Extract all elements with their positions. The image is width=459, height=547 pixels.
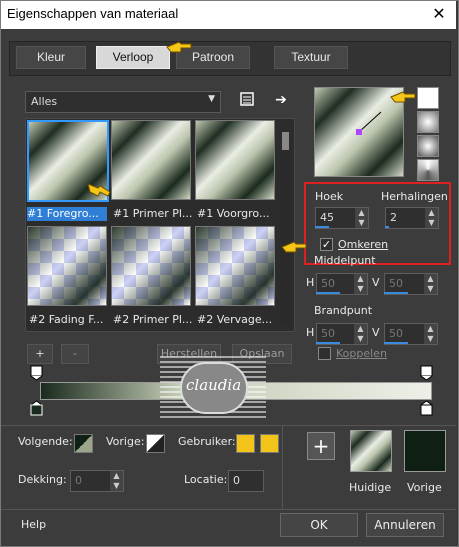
gallery-item-primer-gradient[interactable] [111, 120, 191, 200]
center-h-value: 50 [321, 277, 335, 290]
color-stop-left[interactable] [30, 400, 44, 416]
repeats-value: 2 [390, 211, 397, 224]
pointing-hand-icon [166, 41, 192, 53]
spinner-arrows-icon[interactable]: ▲ ▼ [354, 274, 367, 294]
link-checkbox[interactable] [318, 347, 331, 360]
user-label: Gebruiker: [178, 435, 236, 448]
location-value: 0 [233, 474, 240, 487]
color-stop-right[interactable] [420, 400, 434, 416]
link-label[interactable]: Koppelen [336, 347, 387, 360]
user-color-swatch-1[interactable] [236, 434, 255, 453]
window-title: Eigenschappen van materiaal [7, 6, 179, 21]
divider [1, 425, 456, 426]
linear-style-icon[interactable] [417, 87, 439, 109]
current-material-swatch[interactable] [350, 430, 392, 472]
center-v-label: V [372, 276, 380, 289]
gallery-item-vervagen-fading[interactable] [195, 226, 275, 306]
spinner-arrows-icon[interactable]: ▲ ▼ [355, 208, 368, 228]
previous-material-swatch[interactable] [404, 430, 446, 472]
opacity-label: Dekking: [18, 473, 67, 486]
gallery-item-label: #2 Vervage... [197, 313, 273, 326]
gallery-item-label: #1 Foregro... [27, 207, 107, 221]
user-color-swatch-2[interactable] [260, 434, 279, 453]
repeats-slider[interactable] [385, 226, 389, 228]
divider [282, 425, 283, 509]
background-swatch[interactable] [146, 434, 165, 453]
location-label: Locatie: [184, 473, 228, 486]
repeats-label: Herhalingen [381, 190, 448, 203]
help-button[interactable]: Help [21, 518, 46, 531]
add-swatch-button[interactable]: + [307, 432, 335, 460]
focal-v-value: 50 [389, 327, 403, 340]
pointing-hand-icon [390, 91, 416, 103]
location-field[interactable]: 0 [228, 470, 264, 492]
center-point-label: Middelpunt [314, 254, 376, 267]
previous-label: Vorige [407, 481, 442, 494]
invert-label[interactable]: Omkeren [338, 238, 388, 251]
arrow-right-icon[interactable]: ➔ [272, 91, 290, 109]
tab-verloop[interactable]: Verloop [96, 46, 170, 69]
opacity-value: 0 [75, 474, 82, 487]
pointing-hand-icon [281, 241, 307, 253]
tab-textuur[interactable]: Textuur [274, 46, 348, 69]
watermark-logo: claudia [160, 354, 266, 418]
current-label: Huidige [349, 481, 392, 494]
angle-label: Hoek [315, 190, 344, 203]
watermark-text: claudia [186, 376, 242, 394]
gallery-item-label: #2 Fading F... [29, 313, 104, 326]
spinner-arrows-icon[interactable]: ▲ ▼ [110, 471, 123, 491]
spinner-arrows-icon[interactable]: ▲ ▼ [425, 208, 438, 228]
focal-h-slider[interactable] [316, 342, 340, 344]
category-dropdown[interactable]: Alles ▼ [25, 91, 221, 113]
gallery-item-label: #2 Primer Pl... [113, 313, 193, 326]
center-v-value: 50 [389, 277, 403, 290]
focal-h-value: 50 [321, 327, 335, 340]
foreground-label: Volgende: [18, 435, 73, 448]
category-dropdown-value: Alles [31, 95, 58, 108]
focal-point-label: Brandpunt [314, 304, 373, 317]
gallery-item-voorgrond-gradient[interactable] [195, 120, 275, 200]
focal-h-label: H [306, 326, 315, 339]
remove-gradient-button[interactable]: - [61, 344, 89, 364]
tab-kleur[interactable]: Kleur [16, 46, 86, 69]
spinner-arrows-icon[interactable]: ▲ ▼ [424, 324, 437, 344]
repeats-spinner[interactable]: 2 ▲ ▼ [385, 207, 439, 229]
rectangular-style-icon[interactable] [417, 111, 439, 133]
foreground-swatch[interactable] [74, 434, 93, 453]
radial-style-icon[interactable] [417, 135, 439, 157]
focal-v-label: V [372, 326, 380, 339]
center-h-slider[interactable] [316, 292, 340, 294]
opacity-spinner[interactable]: 0 ▲ ▼ [70, 470, 124, 492]
gallery-item-fading-gradient[interactable] [27, 226, 107, 306]
opacity-stop-left[interactable] [30, 365, 44, 381]
add-gradient-button[interactable]: + [27, 344, 53, 364]
gallery-item-primer-fading[interactable] [111, 226, 191, 306]
chevron-down-icon: ▼ [208, 94, 215, 104]
spinner-arrows-icon[interactable]: ▲ ▼ [424, 274, 437, 294]
opacity-stop-right[interactable] [420, 365, 434, 381]
pointing-hand-icon [87, 183, 111, 197]
center-h-label: H [306, 276, 315, 289]
angle-value: 45 [320, 211, 334, 224]
center-v-slider[interactable] [384, 292, 408, 294]
spinner-arrows-icon[interactable]: ▲ ▼ [354, 324, 367, 344]
focal-v-slider[interactable] [384, 342, 408, 344]
sunburst-style-icon[interactable] [417, 159, 439, 181]
resource-manager-icon[interactable] [238, 91, 256, 109]
angle-slider[interactable] [315, 226, 329, 228]
gallery-item-label: #1 Primer Pl... [113, 207, 193, 220]
invert-checkbox[interactable]: ✓ [320, 238, 333, 251]
close-button[interactable]: ✕ [430, 5, 448, 23]
gallery-item-label: #1 Voorgro... [197, 207, 270, 220]
ok-button[interactable]: OK [280, 513, 358, 537]
gallery-scrollbar-thumb[interactable] [282, 132, 289, 150]
divider [1, 509, 456, 510]
gallery-scrollbar[interactable] [281, 130, 290, 326]
background-label: Vorige: [106, 435, 145, 448]
cancel-button[interactable]: Annuleren [366, 513, 444, 537]
